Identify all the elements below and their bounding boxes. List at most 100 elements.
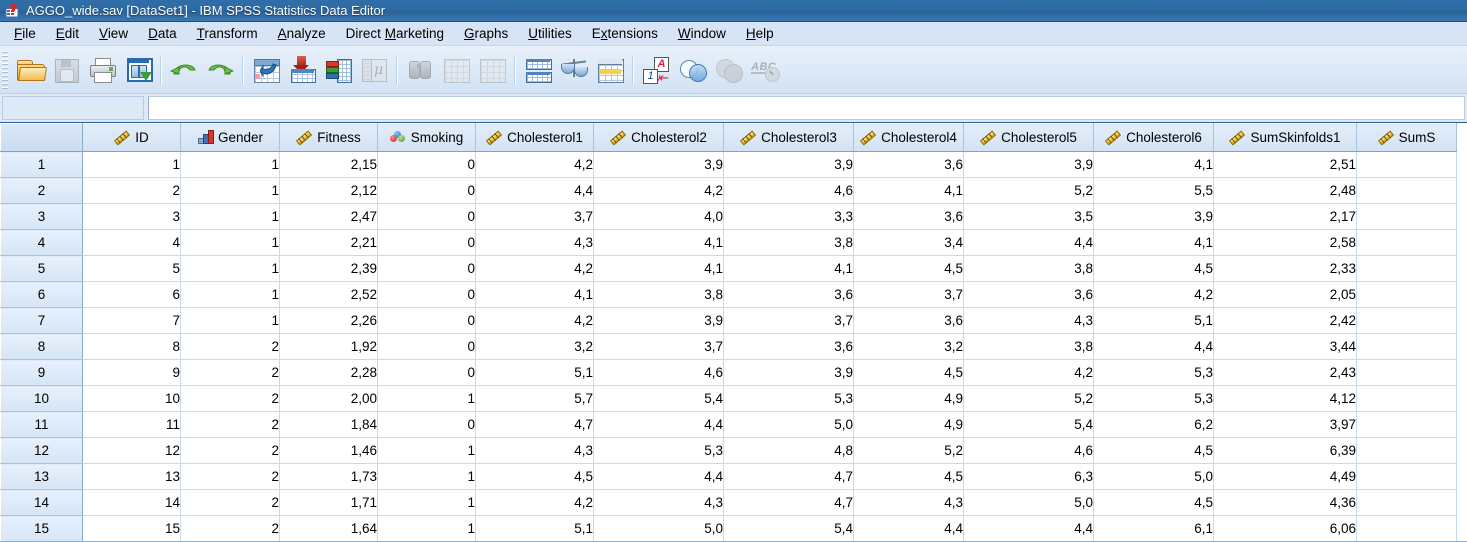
- data-cell[interactable]: 2,33: [1214, 256, 1357, 282]
- weight-cases-button[interactable]: [556, 51, 592, 89]
- run-descriptives-button[interactable]: μ: [356, 51, 392, 89]
- data-cell[interactable]: 2: [181, 490, 280, 516]
- data-cell[interactable]: 3,6: [854, 152, 964, 178]
- insert-variable-button[interactable]: [474, 51, 510, 89]
- data-cell[interactable]: [1357, 516, 1457, 542]
- data-cell[interactable]: [1357, 230, 1457, 256]
- data-cell[interactable]: [1357, 178, 1457, 204]
- row-header[interactable]: 7: [1, 308, 83, 334]
- data-cell[interactable]: 0: [378, 204, 476, 230]
- row-header[interactable]: 13: [1, 464, 83, 490]
- data-cell[interactable]: 4,1: [476, 282, 594, 308]
- row-header[interactable]: 2: [1, 178, 83, 204]
- data-cell[interactable]: 4,1: [724, 256, 854, 282]
- data-cell[interactable]: 1,64: [280, 516, 378, 542]
- data-cell[interactable]: 5,2: [964, 178, 1094, 204]
- menu-item-utilities[interactable]: Utilities: [518, 24, 582, 43]
- insert-case-button[interactable]: [438, 51, 474, 89]
- data-cell[interactable]: 4,4: [594, 412, 724, 438]
- column-header-smoking[interactable]: Smoking: [378, 124, 476, 152]
- data-cell[interactable]: [1357, 490, 1457, 516]
- data-cell[interactable]: 4,1: [594, 256, 724, 282]
- data-cell[interactable]: 4,6: [964, 438, 1094, 464]
- data-cell[interactable]: 4,7: [476, 412, 594, 438]
- data-cell[interactable]: 0: [378, 308, 476, 334]
- data-cell[interactable]: 1: [181, 178, 280, 204]
- menu-item-edit[interactable]: Edit: [46, 24, 89, 43]
- menu-item-help[interactable]: Help: [736, 24, 784, 43]
- data-cell[interactable]: 3,6: [724, 334, 854, 360]
- data-grid-container[interactable]: IDGenderFitnessSmokingCholesterol1Choles…: [0, 123, 1467, 542]
- data-cell[interactable]: 3,9: [594, 308, 724, 334]
- column-header-sumskinfolds1[interactable]: SumSkinfolds1: [1214, 124, 1357, 152]
- data-cell[interactable]: 10: [83, 386, 181, 412]
- data-cell[interactable]: 4,2: [476, 256, 594, 282]
- data-cell[interactable]: 5,0: [1094, 464, 1214, 490]
- data-cell[interactable]: 4: [83, 230, 181, 256]
- data-cell[interactable]: 4,4: [476, 178, 594, 204]
- column-header-cholesterol1[interactable]: Cholesterol1: [476, 124, 594, 152]
- redo-button[interactable]: [202, 51, 238, 89]
- column-header-cholesterol6[interactable]: Cholesterol6: [1094, 124, 1214, 152]
- data-cell[interactable]: 3,2: [854, 334, 964, 360]
- data-cell[interactable]: 2,00: [280, 386, 378, 412]
- data-cell[interactable]: 4,5: [854, 256, 964, 282]
- data-cell[interactable]: 6,39: [1214, 438, 1357, 464]
- goto-variable-button[interactable]: [284, 51, 320, 89]
- data-cell[interactable]: 2,15: [280, 152, 378, 178]
- goto-case-button[interactable]: [248, 51, 284, 89]
- data-cell[interactable]: 3,97: [1214, 412, 1357, 438]
- data-cell[interactable]: 3,9: [724, 152, 854, 178]
- data-cell[interactable]: 5: [83, 256, 181, 282]
- data-cell[interactable]: 5,3: [1094, 360, 1214, 386]
- data-cell[interactable]: 1: [181, 152, 280, 178]
- data-cell[interactable]: 6: [83, 282, 181, 308]
- data-cell[interactable]: 3,8: [964, 334, 1094, 360]
- data-cell[interactable]: 3,7: [854, 282, 964, 308]
- menu-item-extensions[interactable]: Extensions: [582, 24, 668, 43]
- row-header[interactable]: 9: [1, 360, 83, 386]
- data-cell[interactable]: 4,6: [594, 360, 724, 386]
- menu-item-analyze[interactable]: Analyze: [268, 24, 336, 43]
- row-header[interactable]: 12: [1, 438, 83, 464]
- data-cell[interactable]: [1357, 386, 1457, 412]
- data-cell[interactable]: 4,9: [854, 386, 964, 412]
- table-row[interactable]: 2212,1204,44,24,64,15,25,52,48: [1, 178, 1457, 204]
- data-cell[interactable]: 0: [378, 360, 476, 386]
- data-cell[interactable]: 1,84: [280, 412, 378, 438]
- data-cell[interactable]: 4,2: [594, 178, 724, 204]
- data-cell[interactable]: 4,8: [724, 438, 854, 464]
- data-cell[interactable]: 6,2: [1094, 412, 1214, 438]
- save-file-button[interactable]: [48, 51, 84, 89]
- data-cell[interactable]: 5,3: [594, 438, 724, 464]
- data-cell[interactable]: 3,6: [724, 282, 854, 308]
- table-row[interactable]: 151521,6415,15,05,44,44,46,16,06: [1, 516, 1457, 542]
- data-cell[interactable]: [1357, 152, 1457, 178]
- data-cell[interactable]: 2,17: [1214, 204, 1357, 230]
- data-cell[interactable]: 4,2: [476, 152, 594, 178]
- data-cell[interactable]: 5,0: [594, 516, 724, 542]
- data-cell[interactable]: 0: [378, 412, 476, 438]
- row-header[interactable]: 1: [1, 152, 83, 178]
- menu-item-direct-marketing[interactable]: Direct Marketing: [336, 24, 454, 43]
- menu-item-data[interactable]: Data: [138, 24, 187, 43]
- data-cell[interactable]: 2: [181, 516, 280, 542]
- recall-dialogs-button[interactable]: [120, 51, 156, 89]
- data-cell[interactable]: 12: [83, 438, 181, 464]
- table-row[interactable]: 7712,2604,23,93,73,64,35,12,42: [1, 308, 1457, 334]
- column-header-cholesterol2[interactable]: Cholesterol2: [594, 124, 724, 152]
- data-cell[interactable]: 15: [83, 516, 181, 542]
- data-cell[interactable]: 2,58: [1214, 230, 1357, 256]
- data-cell[interactable]: 1,92: [280, 334, 378, 360]
- data-cell[interactable]: 4,5: [1094, 490, 1214, 516]
- show-all-variables-button[interactable]: [710, 51, 746, 89]
- column-header-cholesterol5[interactable]: Cholesterol5: [964, 124, 1094, 152]
- data-cell[interactable]: 5,1: [1094, 308, 1214, 334]
- data-cell[interactable]: 2,21: [280, 230, 378, 256]
- data-cell[interactable]: 5,2: [854, 438, 964, 464]
- data-cell[interactable]: 3,6: [854, 308, 964, 334]
- data-cell[interactable]: 3,3: [724, 204, 854, 230]
- column-header-cholesterol3[interactable]: Cholesterol3: [724, 124, 854, 152]
- data-cell[interactable]: 3,8: [964, 256, 1094, 282]
- data-cell[interactable]: 6,1: [1094, 516, 1214, 542]
